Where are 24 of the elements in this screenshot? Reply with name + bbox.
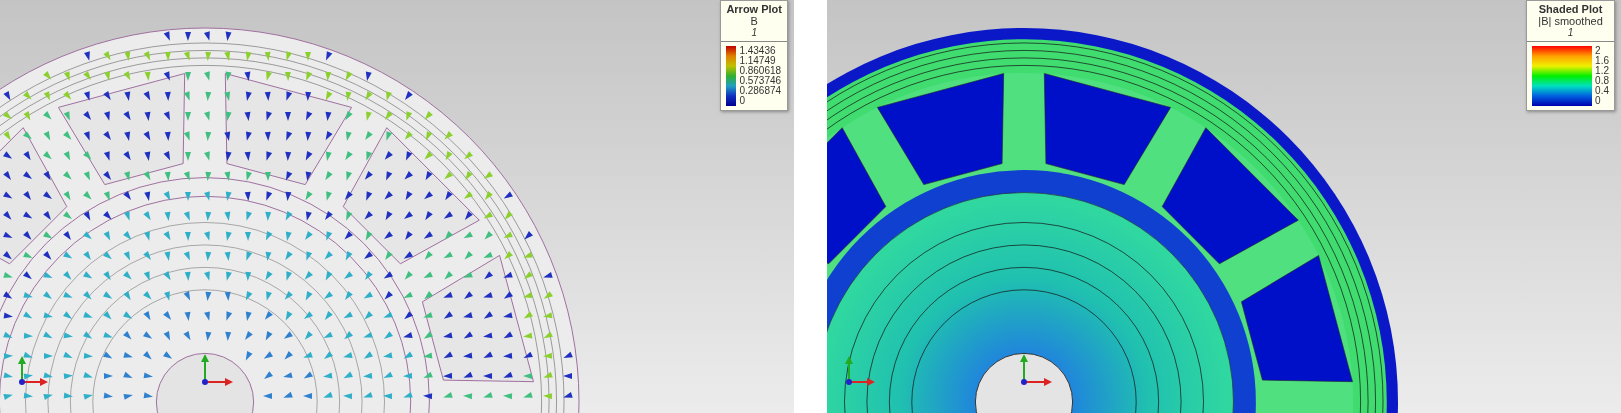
scale-tick-label: 0.4: [1595, 86, 1609, 96]
legend-quantity: |B| smoothed: [1538, 15, 1603, 27]
legend-title: Shaded Plot: [1538, 3, 1603, 15]
legend-subtitle: 1: [751, 27, 757, 38]
scale-tick-label: 0: [1595, 96, 1602, 106]
scale-tick-label: 0.8: [1595, 76, 1609, 86]
scale-tick-label: 1.43436: [739, 46, 777, 56]
scale-tick-label: 1.14749: [739, 56, 777, 66]
scale-tick-label: 0: [739, 96, 746, 106]
scale-tick-label: 1.2: [1595, 66, 1609, 76]
legend-quantity: B: [750, 15, 758, 27]
color-scale-bar: [726, 46, 737, 106]
scale-tick-label: 1.6: [1595, 56, 1609, 66]
scale-tick-label: 0.860618: [739, 66, 782, 76]
legend-title: Arrow Plot: [726, 3, 782, 15]
color-scale-bar: [1532, 46, 1593, 106]
scale-tick-label: 0.286874: [739, 86, 782, 96]
axis-triad-icon: [201, 354, 233, 386]
axis-triad-icon: [1020, 354, 1052, 386]
axis-triad-icon: [845, 356, 875, 386]
legend-subtitle: 1: [1567, 27, 1574, 38]
axis-triad-icon: [18, 356, 48, 386]
scale-tick-label: 2: [1595, 46, 1602, 56]
scale-tick-label: 0.573746: [739, 76, 782, 86]
